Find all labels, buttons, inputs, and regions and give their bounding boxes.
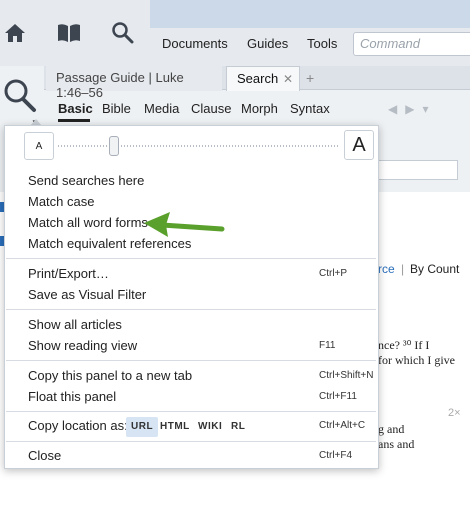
history-nav-icons[interactable]: ◀▶▾	[388, 102, 437, 116]
panel-search-icon[interactable]	[2, 76, 38, 116]
shortcut-reading-view: F11	[319, 340, 336, 351]
menu-item-show-all-articles[interactable]: Show all articles	[28, 317, 122, 332]
forward-arrow-icon[interactable]: ▶	[405, 102, 422, 116]
tab-search-label: Search	[237, 71, 279, 86]
zoom-badge: 2×	[448, 407, 461, 419]
documents-menu[interactable]: Documents	[162, 36, 228, 51]
result-sort-separator: |	[401, 262, 405, 276]
font-smaller-button[interactable]: A	[24, 132, 54, 160]
menu-item-show-reading-view[interactable]: Show reading view	[28, 338, 137, 353]
copy-location-wiki-button[interactable]: WIKI	[193, 417, 227, 437]
menu-item-match-word-forms[interactable]: Match all word forms	[28, 215, 148, 230]
subtab-active-indicator	[58, 119, 90, 122]
close-icon[interactable]: ✕	[283, 72, 293, 86]
subtab-media[interactable]: Media	[144, 101, 179, 116]
menu-divider	[6, 360, 376, 361]
menu-item-print-export[interactable]: Print/Export…	[28, 266, 109, 281]
menu-item-match-case[interactable]: Match case	[28, 194, 94, 209]
annotation-arrow-icon	[140, 208, 226, 238]
result-text: g and	[378, 422, 405, 436]
font-size-slider[interactable]	[58, 145, 340, 147]
font-larger-button[interactable]: A	[344, 130, 374, 160]
subtab-clause[interactable]: Clause	[191, 101, 231, 116]
result-text: for which I give	[378, 353, 455, 367]
shortcut-copy-panel: Ctrl+Shift+N	[319, 370, 374, 381]
search-icon[interactable]	[108, 18, 138, 48]
menu-item-match-references[interactable]: Match equivalent references	[28, 236, 191, 251]
tab-passage-guide[interactable]: Passage Guide | Luke 1:46–56	[46, 66, 222, 100]
menu-divider	[6, 309, 376, 310]
tools-menu[interactable]: Tools	[307, 36, 337, 51]
copy-location-url-button[interactable]: URL	[126, 417, 159, 437]
result-text: nce? ³⁰ If I	[378, 338, 430, 352]
shortcut-copy-location: Ctrl+Alt+C	[319, 420, 366, 431]
home-icon[interactable]	[0, 18, 30, 48]
subtab-basic[interactable]: Basic	[58, 101, 93, 116]
shortcut-float-panel: Ctrl+F11	[319, 391, 357, 402]
menu-divider	[6, 258, 376, 259]
font-size-slider-thumb[interactable]	[109, 136, 120, 156]
subtab-bible[interactable]: Bible	[102, 101, 131, 116]
shortcut-close: Ctrl+F4	[319, 450, 353, 461]
subtab-morph[interactable]: Morph	[241, 101, 278, 116]
menu-divider	[6, 411, 376, 412]
guides-menu[interactable]: Guides	[247, 36, 288, 51]
by-count-option[interactable]: By Count	[410, 262, 459, 276]
menu-item-copy-panel[interactable]: Copy this panel to a new tab	[28, 368, 192, 383]
title-strip	[150, 0, 470, 28]
tab-search[interactable]: Search ✕	[226, 66, 300, 91]
copy-location-html-button[interactable]: HTML	[155, 417, 195, 437]
search-query-input[interactable]	[378, 160, 458, 180]
menu-divider	[6, 441, 376, 442]
result-text: ans and	[378, 437, 415, 451]
shortcut-print: Ctrl+P	[319, 268, 348, 279]
history-dropdown-icon[interactable]: ▾	[422, 102, 436, 116]
back-arrow-icon[interactable]: ◀	[388, 102, 405, 116]
menu-item-float-panel[interactable]: Float this panel	[28, 389, 116, 404]
menu-item-close[interactable]: Close	[28, 448, 61, 463]
copy-location-rl-button[interactable]: RL	[226, 417, 250, 437]
menu-item-save-visual-filter[interactable]: Save as Visual Filter	[28, 287, 146, 302]
library-book-icon[interactable]	[54, 18, 84, 48]
menu-item-send-searches[interactable]: Send searches here	[28, 173, 144, 188]
command-input[interactable]: Command	[353, 32, 470, 56]
add-tab-icon[interactable]: +	[306, 70, 314, 86]
source-link[interactable]: rce	[378, 262, 395, 276]
copy-location-label: Copy location as:	[28, 418, 128, 433]
subtab-syntax[interactable]: Syntax	[290, 101, 330, 116]
